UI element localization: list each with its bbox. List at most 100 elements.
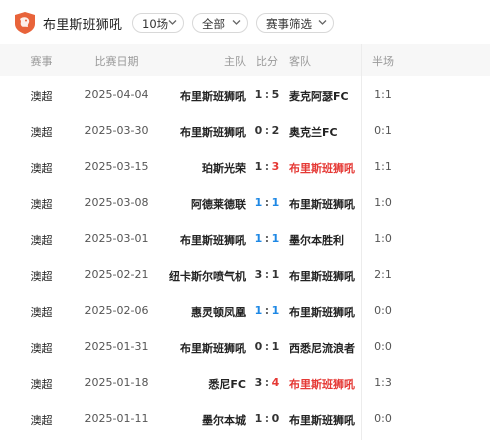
chevron-down-icon [168,20,177,25]
home-goals: 1 [254,412,263,425]
home-team[interactable]: 纽卡斯尔喷气机 [169,268,246,284]
table-header: 赛事 比赛日期 主队 比分 客队 半场 [0,44,490,76]
match-score: 1:1 [252,232,282,245]
home-team[interactable]: 布里斯班狮吼 [180,232,246,248]
column-header-away: 客队 [289,55,311,68]
away-team[interactable]: 布里斯班狮吼 [289,160,355,176]
away-team[interactable]: 布里斯班狮吼 [289,304,355,320]
away-goals: 1 [271,268,280,281]
score-separator: : [264,412,270,425]
away-goals: 1 [271,340,280,353]
column-header-league: 赛事 [30,55,53,68]
event-filter-label: 赛事筛选 [266,17,312,31]
match-date: 2025-03-30 [84,124,149,137]
away-goals: 1 [271,304,280,317]
match-league: 澳超 [30,414,53,427]
match-league: 澳超 [30,126,53,139]
match-league: 澳超 [30,342,53,355]
half-time-score: 1:3 [374,376,392,389]
home-goals: 0 [254,340,263,353]
chevron-down-icon [232,20,241,25]
match-row[interactable]: 澳超 2025-01-18 悉尼FC 3:4 布里斯班狮吼 1:3 [0,364,490,400]
column-header-score: 比分 [256,55,278,68]
score-separator: : [264,88,270,101]
score-separator: : [264,160,270,173]
match-score: 1:1 [252,196,282,209]
scope-dropdown[interactable]: 全部 [192,13,248,33]
home-goals: 3 [254,376,263,389]
match-score: 0:2 [252,124,282,137]
home-team[interactable]: 惠灵顿凤凰 [191,304,246,320]
away-team[interactable]: 布里斯班狮吼 [289,376,355,392]
match-row[interactable]: 澳超 2025-03-08 阿德莱德联 1:1 布里斯班狮吼 1:0 [0,184,490,220]
match-date: 2025-02-06 [84,304,149,317]
away-goals: 1 [271,196,280,209]
home-goals: 1 [254,160,263,173]
match-date: 2025-04-04 [84,88,149,101]
match-date: 2025-03-01 [84,232,149,245]
away-team[interactable]: 墨尔本胜利 [289,232,344,248]
match-date: 2025-01-31 [84,340,149,353]
home-goals: 0 [254,124,263,137]
match-row[interactable]: 澳超 2025-03-15 珀斯光荣 1:3 布里斯班狮吼 1:1 [0,148,490,184]
home-team[interactable]: 珀斯光荣 [202,160,246,176]
half-time-score: 0:0 [374,304,392,317]
column-header-date: 比赛日期 [94,55,139,68]
event-filter-dropdown[interactable]: 赛事筛选 [256,13,334,33]
match-league: 澳超 [30,270,53,283]
home-goals: 3 [254,268,263,281]
match-row[interactable]: 澳超 2025-01-11 墨尔本城 1:0 布里斯班狮吼 0:0 [0,400,490,436]
home-goals: 1 [254,196,263,209]
match-row[interactable]: 澳超 2025-03-01 布里斯班狮吼 1:1 墨尔本胜利 1:0 [0,220,490,256]
away-team[interactable]: 布里斯班狮吼 [289,196,355,212]
match-league: 澳超 [30,90,53,103]
match-league: 澳超 [30,234,53,247]
column-header-home: 主队 [224,55,246,68]
home-team[interactable]: 布里斯班狮吼 [180,124,246,140]
half-time-score: 1:1 [374,160,392,173]
half-time-score: 1:0 [374,232,392,245]
match-row[interactable]: 澳超 2025-02-06 惠灵顿凤凰 1:1 布里斯班狮吼 0:0 [0,292,490,328]
away-team[interactable]: 西悉尼流浪者 [289,340,355,356]
match-league: 澳超 [30,162,53,175]
home-team[interactable]: 阿德莱德联 [191,196,246,212]
team-logo-icon [15,12,35,34]
half-time-score: 0:1 [374,124,392,137]
away-goals: 3 [271,160,280,173]
scope-label: 全部 [202,17,225,31]
match-list: 澳超 2025-04-04 布里斯班狮吼 1:5 麦克阿瑟FC 1:1 澳超 2025-03-… [0,76,490,436]
half-time-score: 1:0 [374,196,392,209]
away-goals: 4 [271,376,280,389]
match-score: 1:5 [252,88,282,101]
match-score: 1:1 [252,304,282,317]
home-team[interactable]: 布里斯班狮吼 [180,88,246,104]
away-team[interactable]: 布里斯班狮吼 [289,268,355,284]
match-row[interactable]: 澳超 2025-01-31 布里斯班狮吼 0:1 西悉尼流浪者 0:0 [0,328,490,364]
match-league: 澳超 [30,306,53,319]
match-score: 1:3 [252,160,282,173]
match-row[interactable]: 澳超 2025-02-21 纽卡斯尔喷气机 3:1 布里斯班狮吼 2:1 [0,256,490,292]
match-count-dropdown[interactable]: 10场 [132,13,184,33]
match-date: 2025-03-08 [84,196,149,209]
match-score: 1:0 [252,412,282,425]
home-team[interactable]: 墨尔本城 [202,412,246,428]
away-team[interactable]: 奥克兰FC [289,124,338,140]
column-header-half: 半场 [372,55,394,68]
chevron-down-icon [318,20,327,25]
match-row[interactable]: 澳超 2025-03-30 布里斯班狮吼 0:2 奥克兰FC 0:1 [0,112,490,148]
away-team[interactable]: 布里斯班狮吼 [289,412,355,428]
score-separator: : [264,304,270,317]
match-score: 0:1 [252,340,282,353]
team-name: 布里斯班狮吼 [43,18,123,33]
match-score: 3:1 [252,268,282,281]
match-row[interactable]: 澳超 2025-04-04 布里斯班狮吼 1:5 麦克阿瑟FC 1:1 [0,76,490,112]
home-team[interactable]: 悉尼FC [208,376,246,392]
away-goals: 1 [271,232,280,245]
half-time-score: 0:0 [374,412,392,425]
home-team[interactable]: 布里斯班狮吼 [180,340,246,356]
match-league: 澳超 [30,198,53,211]
away-team[interactable]: 麦克阿瑟FC [289,88,349,104]
home-goals: 1 [254,304,263,317]
match-date: 2025-03-15 [84,160,149,173]
home-goals: 1 [254,232,263,245]
